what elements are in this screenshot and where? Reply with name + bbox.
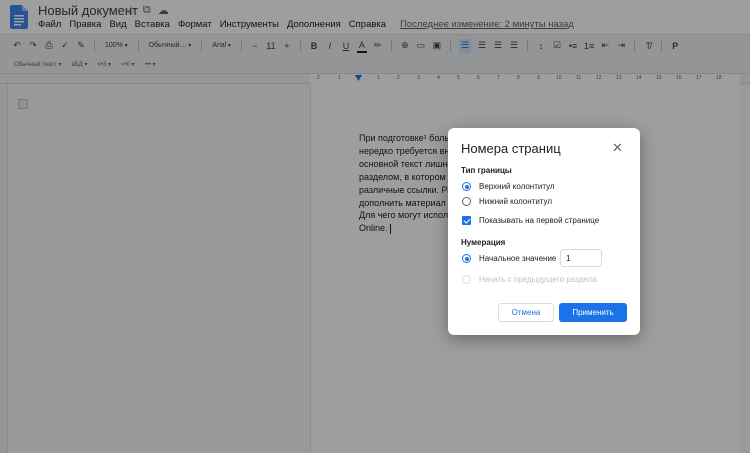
border-type-heading: Тип границы <box>461 166 512 175</box>
start-value-input[interactable] <box>560 249 602 267</box>
start-value-option-label: Начальное значение <box>479 254 557 263</box>
start-value-radio[interactable] <box>462 254 471 263</box>
close-icon[interactable]: ✕ <box>612 140 623 156</box>
apply-button[interactable]: Применить <box>559 303 627 322</box>
dialog-title: Номера страниц <box>461 141 561 156</box>
header-option[interactable]: Верхний колонтитул <box>462 182 555 191</box>
cancel-button[interactable]: Отмена <box>498 303 554 322</box>
first-page-option-label: Показывать на первой странице <box>479 216 600 225</box>
continue-radio <box>462 275 471 284</box>
footer-radio[interactable] <box>462 197 471 206</box>
start-value-option[interactable]: Начальное значение <box>462 254 556 263</box>
header-radio[interactable] <box>462 182 471 191</box>
footer-option[interactable]: Нижний колонтитул <box>462 197 552 206</box>
header-option-label: Верхний колонтитул <box>479 182 555 191</box>
footer-option-label: Нижний колонтитул <box>479 197 553 206</box>
page-numbers-dialog: Номера страниц ✕ Тип границы Верхний кол… <box>448 128 640 335</box>
numbering-heading: Нумерация <box>461 238 506 247</box>
first-page-checkbox[interactable] <box>462 216 471 225</box>
continue-option-label: Начать с предыдущего раздела <box>479 275 597 284</box>
continue-option: Начать с предыдущего раздела <box>462 275 597 284</box>
first-page-option[interactable]: Показывать на первой странице <box>462 216 599 225</box>
